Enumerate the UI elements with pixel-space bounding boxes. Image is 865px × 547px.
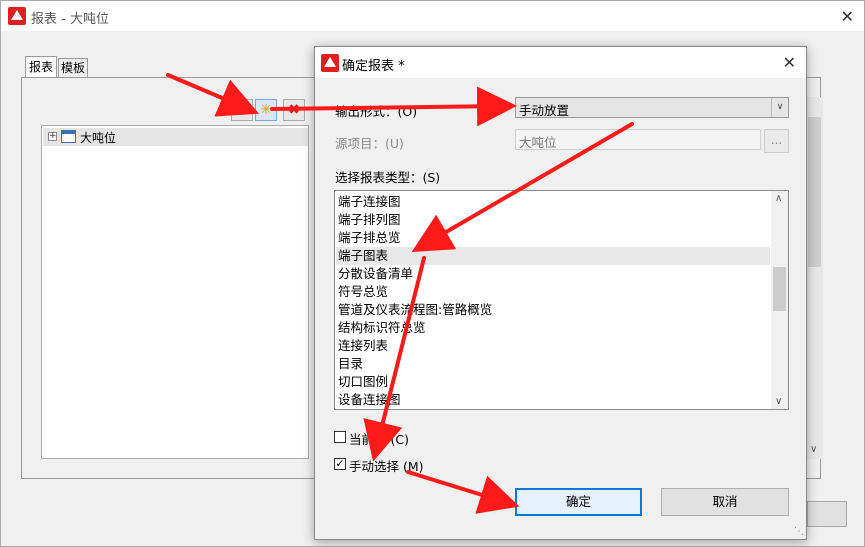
- list-item[interactable]: 端子排总览: [338, 229, 401, 247]
- report-tree: + 大吨位: [41, 125, 309, 459]
- list-scrollbar[interactable]: ∧ ∨: [771, 191, 788, 409]
- list-item[interactable]: 符号总览: [338, 283, 388, 301]
- current-page-label: 当前页 (C): [349, 432, 409, 447]
- list-item[interactable]: 端子连接图: [338, 193, 401, 211]
- source-project-label: 源项目：(U): [335, 136, 404, 151]
- list-item[interactable]: 分散设备清单: [338, 265, 413, 283]
- dialog-logo-icon: [321, 54, 339, 72]
- cancel-button[interactable]: 取消: [661, 488, 789, 516]
- list-scroll-thumb[interactable]: [773, 267, 786, 311]
- tree-item-label: 大吨位: [80, 131, 117, 145]
- chevron-down-icon[interactable]: ∨: [775, 396, 782, 407]
- chevron-down-icon[interactable]: ∨: [810, 444, 817, 455]
- table-icon: [61, 130, 76, 143]
- background-scrollbar[interactable]: ∨: [806, 97, 823, 459]
- manual-select-label: 手动选择 (M): [349, 459, 424, 474]
- output-form-value: 手动放置: [519, 103, 570, 118]
- source-browse-button: ...: [764, 129, 789, 153]
- main-titlebar: 报表 - 大吨位 ✕: [1, 1, 864, 31]
- dialog-titlebar: 确定报表 * ✕: [315, 47, 806, 78]
- window-title: 报表 - 大吨位: [31, 12, 109, 27]
- manual-select-checkbox[interactable]: ✓: [334, 458, 346, 470]
- source-project-field: 大吨位: [515, 129, 761, 150]
- source-project-value: 大吨位: [519, 135, 557, 150]
- list-item[interactable]: 设备连接图: [338, 391, 401, 409]
- app-logo-icon: [8, 7, 26, 25]
- list-item[interactable]: 目录: [338, 355, 363, 373]
- chevron-up-icon[interactable]: ∧: [775, 193, 782, 204]
- list-item[interactable]: 管道及仪表流程图:管路概览: [338, 301, 492, 319]
- tree-item-root[interactable]: + 大吨位: [43, 128, 308, 146]
- background-button[interactable]: [807, 501, 847, 527]
- dialog-close-button[interactable]: ✕: [783, 53, 796, 72]
- chevron-down-icon[interactable]: ∨: [771, 98, 788, 117]
- tab-template[interactable]: 模板: [58, 58, 88, 78]
- determine-report-dialog: 确定报表 * ✕ 输出形式：(O) 手动放置 ∨ 源项目：(U) 大吨位 ...…: [314, 46, 807, 540]
- list-item[interactable]: 结构标识符总览: [338, 319, 426, 337]
- list-item[interactable]: 连接列表: [338, 337, 388, 355]
- list-selection-highlight: [336, 247, 770, 265]
- ok-button[interactable]: 确定: [515, 488, 642, 516]
- list-item[interactable]: 切口图例: [338, 373, 388, 391]
- background-scroll-thumb[interactable]: [808, 117, 821, 267]
- resize-grip-icon[interactable]: ⋱: [794, 526, 804, 537]
- output-form-select[interactable]: 手动放置 ∨: [515, 97, 789, 118]
- delete-report-button[interactable]: ✖: [283, 99, 305, 121]
- tree-expand-icon[interactable]: +: [48, 132, 57, 141]
- tab-report[interactable]: 报表: [25, 56, 57, 78]
- report-type-list[interactable]: 端子连接图 端子排列图 端子排总览 端子图表 分散设备清单 符号总览 管道及仪表…: [334, 190, 789, 410]
- window-close-button[interactable]: ✕: [841, 7, 854, 26]
- current-page-checkbox[interactable]: [334, 431, 346, 443]
- list-item-selected[interactable]: 端子图表: [338, 247, 388, 265]
- new-report-button[interactable]: ✳: [255, 99, 277, 121]
- dialog-title: 确定报表 *: [342, 59, 405, 74]
- list-item[interactable]: 端子排列图: [338, 211, 401, 229]
- report-type-label: 选择报表类型：(S): [335, 170, 441, 185]
- add-report-button[interactable]: +: [231, 99, 253, 121]
- output-form-label: 输出形式：(O): [335, 104, 418, 119]
